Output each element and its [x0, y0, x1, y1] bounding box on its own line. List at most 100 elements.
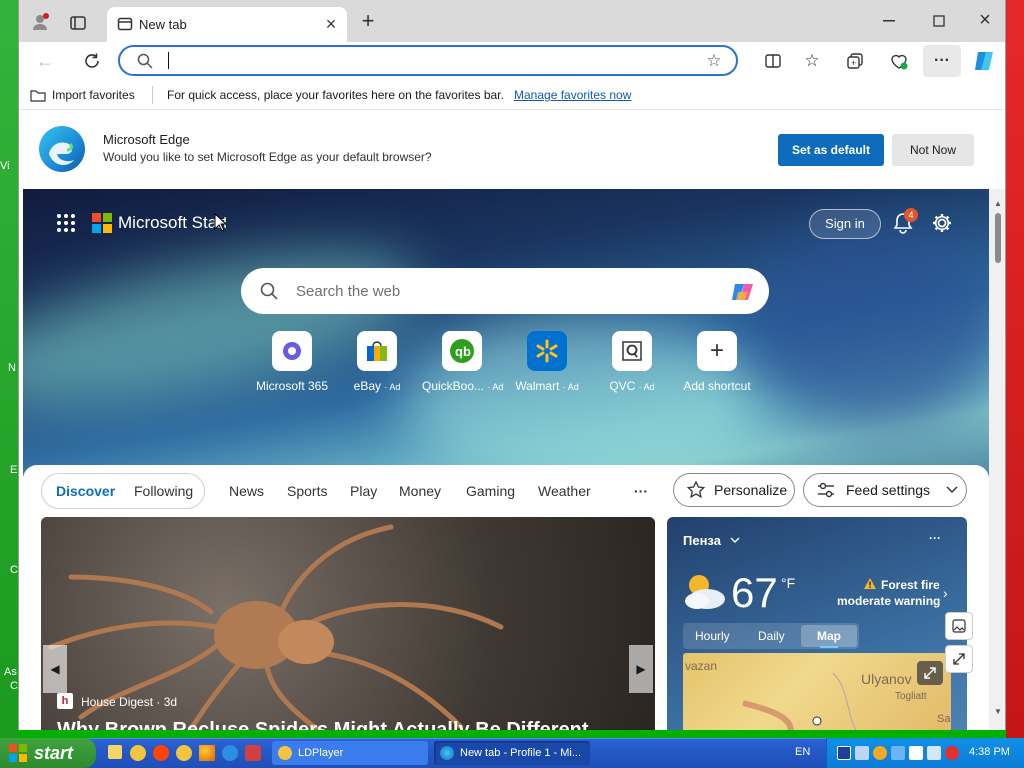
import-favorites-icon	[29, 87, 47, 103]
quick-launch-app-icon[interactable]	[222, 745, 238, 761]
aurora-glow	[743, 229, 989, 429]
maximize-icon[interactable]	[929, 12, 949, 30]
feed-settings-button[interactable]: Feed settings	[803, 473, 967, 507]
taskbar-item-ldplayer[interactable]: LDPlayer	[272, 741, 428, 765]
tab-play[interactable]: Play	[350, 483, 377, 499]
more-options-icon[interactable]: ···	[929, 50, 955, 72]
import-favorites-link[interactable]: Import favorites	[52, 88, 135, 102]
default-browser-prompt: Microsoft Edge Would you like to set Mic…	[19, 110, 1005, 186]
app-tray-icon[interactable]	[909, 746, 923, 760]
shortcut-walmart[interactable]: Walmart · Ad	[507, 331, 587, 393]
quick-launch-app-icon[interactable]	[130, 745, 146, 761]
scroll-up-icon[interactable]: ▲	[994, 199, 1002, 208]
manage-favorites-link[interactable]: Manage favorites now	[514, 88, 631, 102]
reddit-icon[interactable]	[153, 745, 169, 761]
more-tabs-button[interactable]: ···	[634, 483, 648, 499]
taskbar-item-edge[interactable]: New tab - Profile 1 - Mi...	[434, 741, 590, 765]
tab-following[interactable]: Following	[134, 483, 193, 499]
copilot-icon[interactable]	[971, 48, 997, 74]
qvc-icon	[612, 331, 652, 371]
apps-launcher-icon[interactable]	[55, 212, 77, 234]
settings-gear-icon[interactable]	[930, 211, 954, 235]
tab-weather[interactable]: Weather	[538, 483, 591, 499]
quick-launch-app-icon[interactable]	[176, 745, 192, 761]
weather-tab-daily[interactable]: Daily	[758, 629, 785, 643]
close-window-icon[interactable]: ×	[975, 9, 995, 31]
scrollbar-thumb[interactable]	[995, 213, 1001, 263]
close-tab-icon[interactable]: ×	[323, 14, 339, 34]
volume-tray-icon[interactable]	[927, 746, 941, 760]
shortcut-ebay[interactable]: eBay · Ad	[337, 331, 417, 393]
weather-tab-map[interactable]: Map	[817, 629, 841, 643]
expand-map-icon[interactable]	[917, 661, 943, 685]
network-tray-icon[interactable]	[855, 746, 869, 760]
page-scrollbar[interactable]: ▲ ▼	[989, 189, 1005, 730]
weather-alert-line2[interactable]: moderate warning	[837, 594, 940, 608]
expand-feed-icon[interactable]	[945, 645, 973, 673]
weather-location[interactable]: Пенза	[683, 533, 721, 548]
copilot-search-icon[interactable]	[729, 278, 757, 306]
favorites-bar: Import favorites For quick access, place…	[19, 80, 1005, 110]
sign-in-button[interactable]: Sign in	[809, 209, 881, 239]
refresh-icon[interactable]	[81, 50, 103, 72]
quick-launch-app-icon[interactable]	[245, 745, 261, 761]
web-search-box[interactable]: Search the web	[241, 268, 769, 314]
tab-discover[interactable]: Discover	[56, 483, 115, 499]
web-search-icon	[259, 281, 279, 301]
minimize-icon[interactable]	[879, 12, 899, 30]
weather-map[interactable]: vazan Ulyanov Togliatt Sa	[683, 653, 951, 730]
shortcut-qvc[interactable]: QVC · Ad	[592, 331, 672, 393]
shortcut-quickbooks[interactable]: qb QuickBoo... · Ad	[422, 331, 503, 393]
location-chevron-icon	[729, 535, 741, 545]
display-tray-icon[interactable]	[891, 746, 905, 760]
security-tray-icon[interactable]	[837, 746, 851, 760]
new-tab-button[interactable]: +	[357, 8, 379, 33]
tab-gaming[interactable]: Gaming	[466, 483, 515, 499]
start-label: start	[34, 742, 74, 763]
weather-alert-line1[interactable]: Forest fire	[881, 578, 940, 592]
clock[interactable]: 4:38 PM	[969, 746, 1010, 758]
favorites-icon[interactable]: ☆	[801, 50, 823, 72]
shortcut-label: Walmart	[515, 379, 560, 393]
newtab-favicon-icon	[117, 16, 133, 32]
back-icon[interactable]: ←	[35, 51, 55, 71]
weather-card[interactable]: Пенза ··· 67 °F Forest fire moderate war…	[667, 517, 967, 730]
tab-news[interactable]: News	[229, 483, 264, 499]
ldplayer-icon	[278, 746, 292, 760]
alert-tray-icon[interactable]	[945, 746, 959, 760]
desktop-icon-label: C	[10, 680, 18, 692]
search-tray-icon[interactable]	[873, 746, 887, 760]
profile-icon[interactable]	[31, 12, 51, 32]
tab-new-tab[interactable]: New tab ×	[107, 7, 347, 42]
background-image-icon[interactable]	[945, 612, 973, 640]
microsoft-365-icon	[272, 331, 312, 371]
sliders-icon	[816, 482, 836, 498]
personalize-button[interactable]: Personalize	[673, 473, 795, 507]
tab-money[interactable]: Money	[399, 483, 441, 499]
split-screen-icon[interactable]	[763, 51, 783, 71]
weather-more-button[interactable]: ···	[929, 531, 941, 545]
carousel-prev-button[interactable]: ◀	[43, 645, 67, 693]
address-bar[interactable]: ☆	[118, 45, 738, 76]
ad-label: · Ad	[638, 382, 655, 392]
firefox-icon[interactable]	[199, 745, 215, 761]
tab-sports[interactable]: Sports	[287, 483, 327, 499]
shortcut-add[interactable]: + Add shortcut	[677, 331, 757, 393]
collections-icon[interactable]: +	[845, 51, 865, 71]
carousel-next-button[interactable]: ▶	[629, 645, 653, 693]
add-favorite-star-icon[interactable]: ☆	[704, 51, 724, 71]
browser-essentials-icon[interactable]	[889, 51, 909, 71]
brand-name[interactable]: Microsoft Start	[118, 213, 226, 233]
weather-tab-hourly[interactable]: Hourly	[695, 629, 730, 643]
quick-launch-folder-icon[interactable]	[108, 745, 122, 759]
start-button[interactable]: start	[0, 738, 96, 768]
article-card[interactable]: ◀ ▶ h House Digest · 3d Why Brown Reclus…	[41, 517, 655, 730]
quickbooks-icon: qb	[442, 331, 482, 371]
language-indicator[interactable]: EN	[795, 746, 810, 758]
tab-actions-icon[interactable]	[69, 14, 87, 32]
set-as-default-button[interactable]: Set as default	[778, 134, 884, 166]
scroll-down-icon[interactable]: ▼	[994, 707, 1002, 716]
shortcut-microsoft-365[interactable]: Microsoft 365	[252, 331, 332, 393]
not-now-button[interactable]: Not Now	[892, 134, 974, 166]
taskbar-item-label: New tab - Profile 1 - Mi...	[460, 747, 582, 759]
